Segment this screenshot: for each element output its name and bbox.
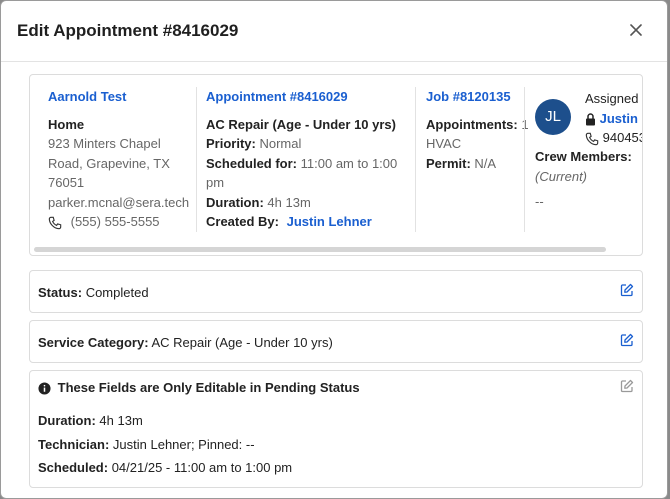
customer-column: Aarnold Test Home 923 Minters Chapel Roa…	[48, 87, 198, 232]
pending-technician-label: Technician:	[38, 437, 110, 452]
pending-heading-row: These Fields are Only Editable in Pendin…	[38, 380, 360, 395]
assigned-phone: 940453	[602, 130, 643, 145]
pending-scheduled-label: Scheduled:	[38, 460, 109, 475]
info-icon	[38, 382, 51, 395]
appointments-row: Appointments: 1	[426, 115, 529, 135]
service-category-label: Service Category:	[38, 335, 149, 350]
scheduled-label: Scheduled for:	[206, 155, 298, 171]
status-label: Status:	[38, 285, 83, 300]
pending-scheduled-row: Scheduled: 04/21/25 - 11:00 am to 1:00 p…	[38, 460, 292, 475]
created-by-link[interactable]: Justin Lehner	[287, 214, 372, 229]
close-button[interactable]	[627, 21, 645, 39]
duration-value: 4h 13m	[267, 194, 311, 210]
assigned-tech-row: Justin L	[585, 109, 642, 129]
pending-scheduled-value: 04/21/25 - 11:00 am to 1:00 pm	[111, 460, 293, 475]
edit-status-icon[interactable]	[620, 283, 634, 297]
pending-duration-value: 4h 13m	[99, 413, 143, 428]
modal-title: Edit Appointment #8416029	[17, 21, 239, 40]
created-by-row: Created By: Justin Lehner	[206, 212, 411, 232]
pending-fields-panel: These Fields are Only Editable in Pendin…	[29, 370, 643, 488]
appointments-label: Appointments:	[426, 116, 518, 132]
assigned-label: Assigned t	[585, 91, 643, 106]
pending-technician-row: Technician: Justin Lehner; Pinned: --	[38, 437, 255, 452]
close-icon	[630, 24, 642, 36]
appointment-link[interactable]: Appointment #8416029	[206, 87, 411, 107]
assigned-tech-link[interactable]: Justin L	[600, 111, 642, 126]
duration-row: Duration: 4h 13m	[206, 193, 411, 213]
appointment-service: AC Repair (Age - Under 10 yrs)	[206, 116, 396, 132]
duration-label: Duration:	[206, 194, 264, 210]
scheduled-row: Scheduled for: 11:00 am to 1:00 pm	[206, 154, 411, 193]
crew-current: (Current)	[535, 168, 588, 184]
location-label: Home	[48, 116, 85, 132]
job-trade: HVAC	[426, 136, 462, 151]
priority-label: Priority:	[206, 136, 256, 151]
pending-heading: These Fields are Only Editable in Pendin…	[57, 380, 360, 395]
assigned-phone-row: 940453	[585, 128, 643, 148]
appointment-column: Appointment #8416029 AC Repair (Age - Un…	[206, 87, 411, 232]
appointment-summary-card: Aarnold Test Home 923 Minters Chapel Roa…	[29, 74, 643, 256]
column-divider	[524, 87, 525, 232]
address-line-2: Road, Grapevine, TX	[48, 155, 170, 171]
permit-label: Permit:	[426, 155, 471, 171]
service-category-panel: Service Category: AC Repair (Age - Under…	[29, 320, 643, 363]
edit-appointment-modal: Edit Appointment #8416029 Aarnold Test H…	[0, 0, 668, 499]
phone-icon	[585, 132, 599, 145]
lock-icon	[586, 112, 595, 126]
edit-service-category-icon[interactable]	[620, 333, 634, 347]
modal-header: Edit Appointment #8416029	[1, 1, 667, 62]
customer-email: parker.mcnal@sera.tech	[48, 194, 190, 210]
customer-phone: (555) 555-5555	[70, 214, 160, 229]
crew-value: --	[535, 194, 544, 209]
status-panel: Status: Completed	[29, 270, 643, 313]
edit-disabled-icon	[620, 379, 634, 393]
horizontal-scrollbar[interactable]	[34, 247, 606, 252]
customer-name-link[interactable]: Aarnold Test	[48, 87, 198, 107]
priority-value: Normal	[259, 136, 302, 151]
avatar: JL	[535, 99, 571, 135]
permit-row: Permit: N/A	[426, 154, 526, 174]
column-divider	[415, 87, 416, 232]
assignment-column: JL Assigned t Justin L 940453	[535, 87, 643, 237]
job-link[interactable]: Job #8120135	[426, 87, 526, 107]
pending-duration-label: Duration:	[38, 413, 96, 428]
status-value: Completed	[85, 285, 149, 300]
service-category-value: AC Repair (Age - Under 10 yrs)	[151, 335, 333, 350]
permit-value: N/A	[474, 155, 497, 171]
pending-technician-value: Justin Lehner; Pinned: --	[112, 437, 255, 452]
service-category-row: Service Category: AC Repair (Age - Under…	[38, 335, 333, 350]
phone-icon	[48, 216, 62, 229]
address-line-3: 76051	[48, 175, 85, 190]
customer-phone-row: (555) 555-5555	[48, 212, 198, 232]
created-by-label: Created By:	[206, 214, 279, 229]
column-divider	[196, 87, 197, 232]
crew-label: Crew Members:	[535, 149, 632, 164]
pending-duration-row: Duration: 4h 13m	[38, 413, 143, 428]
priority-row: Priority: Normal	[206, 134, 411, 154]
status-row: Status: Completed	[38, 285, 149, 300]
assigned-block: Assigned t Justin L 940453	[585, 89, 643, 148]
address-line-1: 923 Minters Chapel	[48, 136, 161, 151]
job-column: Job #8120135 Appointments: 1 HVAC Permit…	[426, 87, 529, 174]
crew-block: Crew Members: (Current) --	[535, 147, 632, 212]
